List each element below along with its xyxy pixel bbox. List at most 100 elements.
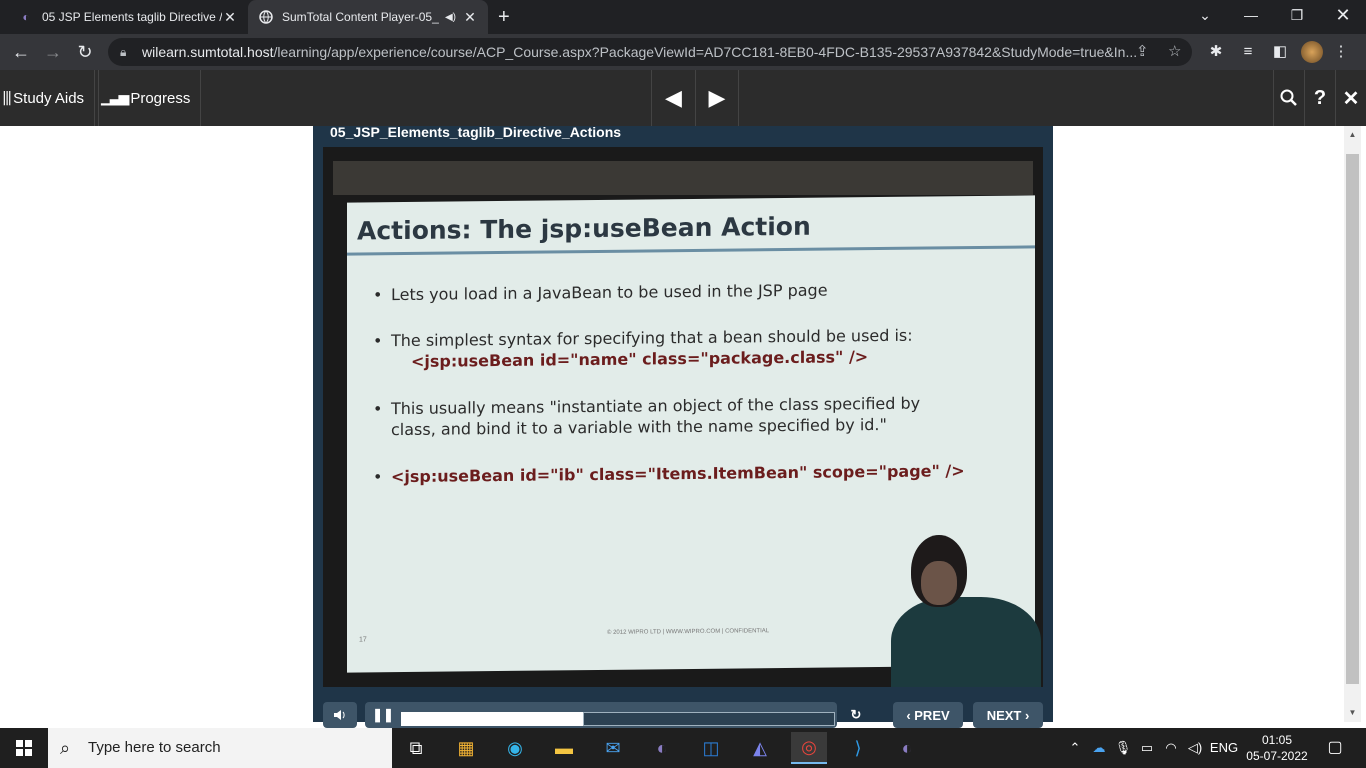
back-icon[interactable]: ← [6, 34, 36, 70]
previous-arrow-button[interactable]: ◀ [651, 70, 695, 126]
extensions-icon[interactable]: ✱ [1203, 34, 1229, 70]
pause-icon[interactable]: ❚❚ [369, 702, 397, 728]
slide-footer: © 2012 WIPRO LTD | WWW.WIPRO.COM | CONFI… [607, 628, 770, 636]
scroll-up-icon[interactable]: ▲ [1344, 128, 1361, 142]
player-title: 05_JSP_Elements_taglib_Directive_Actions [330, 124, 622, 140]
clock-date: 05-07-2022 [1246, 749, 1308, 763]
reload-icon[interactable]: ↻ [70, 34, 100, 70]
next-label: NEXT [986, 707, 1022, 723]
windows-logo-icon [16, 740, 32, 756]
vscode-icon[interactable]: ⟩ [840, 732, 876, 764]
volume-icon[interactable] [323, 702, 357, 728]
new-tab-button[interactable]: + [498, 0, 510, 34]
taskbar-search-box[interactable]: ⌕ Type here to search [48, 728, 392, 768]
help-icon[interactable]: ? [1304, 70, 1335, 126]
progress-remaining [583, 712, 835, 726]
study-aids-icon: ||| [2, 90, 12, 106]
projector-frame [333, 161, 1033, 195]
eclipse-icon[interactable]: ◐ [889, 732, 925, 764]
chevron-right-icon: › [1021, 707, 1030, 723]
eclipse-icon[interactable]: ◐ [644, 732, 680, 764]
slide-bullet: • <jsp:useBean id="ib" class="Items.ItemB… [373, 461, 965, 487]
profile-avatar[interactable] [1301, 41, 1323, 63]
close-tab-icon[interactable]: ✕ [222, 9, 238, 26]
lecture-video[interactable]: Actions: The jsp:useBean Action • Lets yo… [323, 147, 1043, 687]
tab-title: 05 JSP Elements taglib Directive / [42, 10, 222, 24]
minimize-button[interactable]: — [1228, 0, 1274, 34]
code-snippet: <jsp:useBean id="ib" class="Items.ItemBe… [391, 461, 965, 487]
wifi-icon[interactable]: ◠ [1160, 728, 1182, 768]
study-aids-label: Study Aids [13, 89, 85, 107]
microphone-icon[interactable]: 🎙︎ [1112, 728, 1134, 768]
search-placeholder: Type here to search [88, 739, 221, 756]
share-icon[interactable]: ⇪ [1136, 38, 1149, 66]
chevron-left-icon: ‹ [906, 707, 915, 723]
language-indicator[interactable]: ENG [1208, 728, 1240, 768]
media-control-icon[interactable]: ≡ [1235, 34, 1261, 70]
browser-tab-2[interactable]: SumTotal Content Player-05_ ◀) ✕ [248, 0, 488, 34]
slide-bullet: • The simplest syntax for specifying that… [373, 325, 913, 371]
scroll-thumb[interactable] [1346, 154, 1359, 684]
progress-button[interactable]: ▁▃▅ Progress [98, 70, 202, 126]
next-arrow-button[interactable]: ▶ [695, 70, 739, 126]
mail-icon[interactable]: ✉ [595, 732, 631, 764]
browser-tab-1[interactable]: ◐ 05 JSP Elements taglib Directive / ✕ [8, 0, 248, 34]
search-icon: ⌕ [60, 738, 71, 758]
progress-label: Progress [130, 89, 191, 107]
tab-search-icon[interactable]: ⌄ [1182, 0, 1228, 34]
bookmark-star-icon[interactable]: ☆ [1168, 38, 1181, 66]
teams-icon[interactable]: ◭ [742, 732, 778, 764]
menu-icon[interactable]: ⋮ [1328, 34, 1354, 70]
eclipse-icon: ◐ [22, 10, 30, 24]
close-icon[interactable]: ✕ [1335, 70, 1366, 126]
scroll-down-icon[interactable]: ▼ [1344, 706, 1361, 720]
progress-fill [401, 712, 583, 726]
slide-bullet: • Lets you load in a JavaBean to be used … [373, 280, 828, 305]
notification-icon[interactable]: ▢ [1320, 728, 1350, 768]
slide-bullet: • This usually means "instantiate an obje… [373, 393, 921, 440]
study-aids-button[interactable]: ||| Study Aids [0, 70, 96, 126]
url-path: /learning/app/experience/course/ACP_Cour… [273, 44, 1138, 60]
progress-track[interactable]: ❚❚ ↻ [365, 702, 861, 728]
player-controls: ❚❚ ↻ ‹ PREV NEXT › [323, 698, 1043, 728]
speaker-icon[interactable]: ◀) [445, 12, 456, 23]
progress-bars-icon: ▁▃▅ [101, 90, 129, 106]
forward-icon[interactable]: → [38, 34, 68, 70]
edge-icon[interactable]: ◉ [497, 732, 533, 764]
prev-label: PREV [914, 707, 950, 723]
globe-icon [258, 9, 274, 25]
page-scrollbar[interactable]: ▲ ▼ [1344, 126, 1361, 722]
replay-icon[interactable]: ↻ [843, 702, 869, 728]
slide-divider [347, 245, 1035, 256]
system-clock[interactable]: 01:05 05-07-2022 [1244, 732, 1310, 764]
slide-page-number: 17 [359, 636, 367, 644]
task-view-icon[interactable]: ⧉ [398, 732, 434, 764]
content-area: 05_JSP_Elements_taglib_Directive_Actions… [0, 124, 1366, 728]
next-button[interactable]: NEXT › [973, 702, 1043, 728]
code-snippet: <jsp:useBean id="name" class="package.cl… [411, 347, 869, 371]
outlook-icon[interactable]: ◫ [693, 732, 729, 764]
clock-time: 01:05 [1261, 733, 1293, 747]
windows-taskbar: ⌕ Type here to search ⧉ ▦ ◉ ▬ ✉ ◐ ◫ ◭ ◎ … [0, 728, 1366, 768]
search-icon[interactable] [1273, 70, 1304, 126]
battery-icon[interactable]: ▭ [1136, 728, 1158, 768]
url-host: wilearn.sumtotal.host [142, 44, 274, 60]
restore-button[interactable]: ❐ [1274, 0, 1320, 34]
address-bar[interactable]: 🔒︎ wilearn.sumtotal.host/learning/app/ex… [108, 38, 1192, 66]
browser-tab-strip: ◐ 05 JSP Elements taglib Directive / ✕ S… [0, 0, 1366, 34]
close-tab-icon[interactable]: ✕ [462, 9, 478, 26]
lock-icon: 🔒︎ [120, 45, 127, 59]
volume-icon[interactable]: ◁) [1184, 728, 1206, 768]
onedrive-icon[interactable]: ☁ [1088, 728, 1110, 768]
show-hidden-icons[interactable]: ⌃ [1064, 728, 1086, 768]
store-icon[interactable]: ▦ [448, 732, 484, 764]
chrome-icon[interactable]: ◎ [791, 732, 827, 764]
prev-button[interactable]: ‹ PREV [893, 702, 963, 728]
file-explorer-icon[interactable]: ▬ [546, 732, 582, 764]
player-app-bar: ||| Study Aids ▁▃▅ Progress ◀ ▶ ? ✕ [0, 70, 1366, 126]
tab-title: SumTotal Content Player-05_ [282, 10, 439, 24]
slide-heading: Actions: The jsp:useBean Action [357, 211, 811, 246]
windows-start-button[interactable] [0, 728, 48, 768]
side-panel-icon[interactable]: ◧ [1267, 34, 1293, 70]
close-window-button[interactable]: ✕ [1320, 0, 1366, 34]
